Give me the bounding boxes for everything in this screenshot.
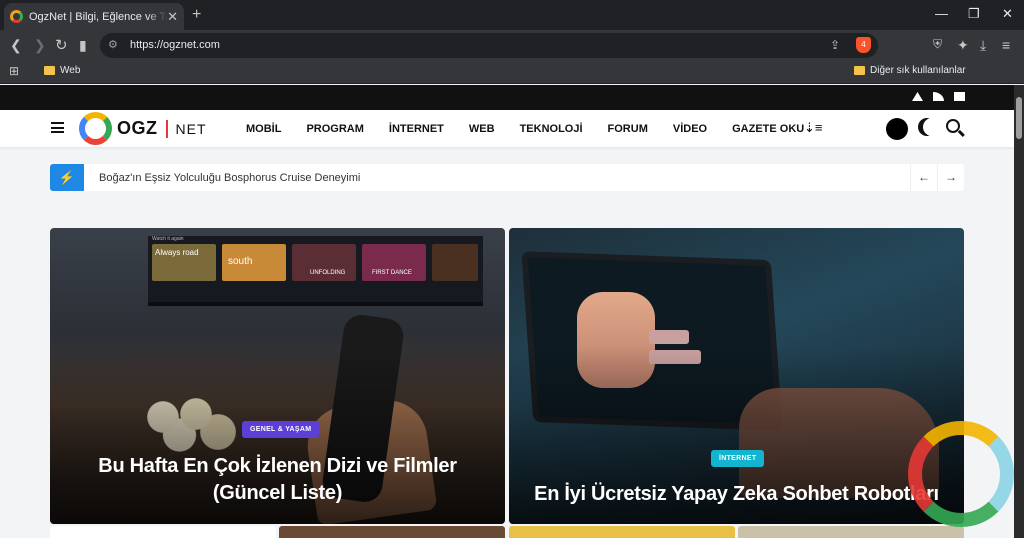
logo-divider xyxy=(165,119,168,138)
bookmark-label: Web xyxy=(60,65,81,76)
category-badge[interactable]: GENEL & YAŞAM xyxy=(242,421,320,438)
rss-icon[interactable] xyxy=(933,92,944,101)
tv-thumb: Always road xyxy=(152,244,216,281)
category-badge[interactable]: İNTERNET xyxy=(711,450,765,467)
browser-tab-bar: OgzNet | Bilgi, Eğlence ve Teknoloji ✕ +… xyxy=(0,0,1024,30)
folder-icon xyxy=(854,66,865,75)
site-settings-icon[interactable]: ⚙ xyxy=(108,38,118,51)
bookmark-folder-web[interactable]: Web xyxy=(44,65,80,76)
reload-icon[interactable]: ↻ xyxy=(55,36,68,54)
site-header: OGZ NET MOBİL PROGRAM İNTERNET WEB TEKNO… xyxy=(0,110,1014,147)
card-preview[interactable] xyxy=(279,526,505,538)
extensions-icon[interactable]: ✦ xyxy=(957,37,969,54)
nav-item-program[interactable]: PROGRAM xyxy=(306,123,363,135)
download-icon[interactable]: ⤓ xyxy=(980,37,986,54)
close-window-button[interactable]: ✕ xyxy=(1002,6,1013,22)
tv-thumb: UNFOLDING xyxy=(292,244,356,281)
top-strip xyxy=(0,85,1014,110)
nav-item-teknoloji[interactable]: TEKNOLOJİ xyxy=(520,123,583,135)
featured-card-1[interactable]: Watch it again Always road south UNFOLDI… xyxy=(50,228,505,524)
tab-close-icon[interactable]: ✕ xyxy=(167,9,178,25)
card-preview[interactable] xyxy=(738,526,964,538)
scrollbar-thumb[interactable] xyxy=(1016,97,1022,139)
back-icon[interactable]: ❮ xyxy=(10,37,22,54)
news-ticker: ⚡ Boğaz'ın Eşsiz Yolculuğu Bosphorus Cru… xyxy=(50,164,964,191)
user-avatar[interactable] xyxy=(886,118,908,140)
page-scrollbar[interactable] xyxy=(1014,85,1024,538)
new-tab-button[interactable]: + xyxy=(192,6,201,24)
nav-item-video[interactable]: VİDEO xyxy=(673,123,707,135)
floating-logo-ring-icon[interactable] xyxy=(908,421,1014,527)
card-preview[interactable] xyxy=(50,526,276,538)
apps-grid-icon[interactable]: ⊞ xyxy=(9,64,19,78)
nav-item-forum[interactable]: FORUM xyxy=(608,123,648,135)
mail-icon[interactable] xyxy=(954,92,965,101)
tv-screen-image: Watch it again Always road south UNFOLDI… xyxy=(148,236,483,306)
bolt-icon: ⚡ xyxy=(50,164,84,191)
sort-icon[interactable]: ⇣≡ xyxy=(804,120,822,136)
logo-net: NET xyxy=(175,120,207,137)
web-page: OGZ NET MOBİL PROGRAM İNTERNET WEB TEKNO… xyxy=(0,85,1014,538)
chat-bubble xyxy=(649,330,689,344)
vpn-icon[interactable]: ⛨ xyxy=(933,37,942,52)
logo-ogz: OGZ xyxy=(117,118,158,138)
folder-icon xyxy=(44,66,55,75)
site-logo[interactable]: OGZ NET xyxy=(79,112,207,145)
hamburger-menu-icon[interactable] xyxy=(51,122,64,133)
bookmark-folder-other[interactable]: Diğer sık kullanılanlar xyxy=(854,65,966,76)
card-preview[interactable] xyxy=(509,526,735,538)
tab-title: OgzNet | Bilgi, Eğlence ve Teknoloji xyxy=(29,10,167,23)
browser-toolbar: ❮ ❯ ↻ ▮ ⚙ https://ogznet.com ⇪ 4 ⛨ 12 ✦ … xyxy=(0,30,1024,81)
search-icon[interactable] xyxy=(946,119,960,133)
tv-thumb: south xyxy=(222,244,286,281)
bookmarks-bar: ⊞ Web Diğer sık kullanılanlar xyxy=(0,60,1024,84)
tv-heading: Watch it again xyxy=(152,236,184,242)
site-favicon-icon xyxy=(10,10,23,23)
bookmark-label: Diğer sık kullanılanlar xyxy=(870,65,966,76)
main-nav: MOBİL PROGRAM İNTERNET WEB TEKNOLOJİ FOR… xyxy=(246,123,829,135)
featured-card-2[interactable]: İNTERNET En İyi Ücretsiz Yapay Zeka Sohb… xyxy=(509,228,964,524)
nav-item-internet[interactable]: İNTERNET xyxy=(389,123,444,135)
forward-icon[interactable]: ❯ xyxy=(34,37,46,54)
card-title[interactable]: En İyi Ücretsiz Yapay Zeka Sohbet Robotl… xyxy=(514,481,959,508)
ticker-prev-button[interactable]: ← xyxy=(910,164,937,191)
restore-button[interactable]: ❐ xyxy=(968,6,980,22)
browser-tab[interactable]: OgzNet | Bilgi, Eğlence ve Teknoloji ✕ xyxy=(4,3,184,30)
share-icon[interactable]: ⇪ xyxy=(830,38,840,52)
url-text: https://ogznet.com xyxy=(130,39,220,51)
menu-icon[interactable]: ≡ xyxy=(1002,37,1010,53)
card-title[interactable]: Bu Hafta En Çok İzlenen Dizi ve Filmler … xyxy=(60,453,495,507)
tv-thumb xyxy=(432,244,478,281)
address-bar[interactable]: ⚙ https://ogznet.com ⇪ 4 xyxy=(100,33,878,58)
brave-shield-icon[interactable]: 4 xyxy=(856,37,871,53)
tv-thumb: FIRST DANCE xyxy=(362,244,426,281)
nav-item-web[interactable]: WEB xyxy=(469,123,495,135)
ticker-headline[interactable]: Boğaz'ın Eşsiz Yolculuğu Bosphorus Cruis… xyxy=(99,172,360,184)
minimize-button[interactable]: — xyxy=(935,6,948,21)
dark-mode-icon[interactable] xyxy=(923,118,941,136)
bookmark-icon[interactable]: ▮ xyxy=(79,37,87,54)
sitemap-icon[interactable] xyxy=(912,92,923,101)
nav-item-mobil[interactable]: MOBİL xyxy=(246,123,281,135)
logo-ring-icon xyxy=(79,112,112,145)
ticker-next-button[interactable]: → xyxy=(937,164,964,191)
nav-item-gazete-oku[interactable]: GAZETE OKU xyxy=(732,123,804,135)
